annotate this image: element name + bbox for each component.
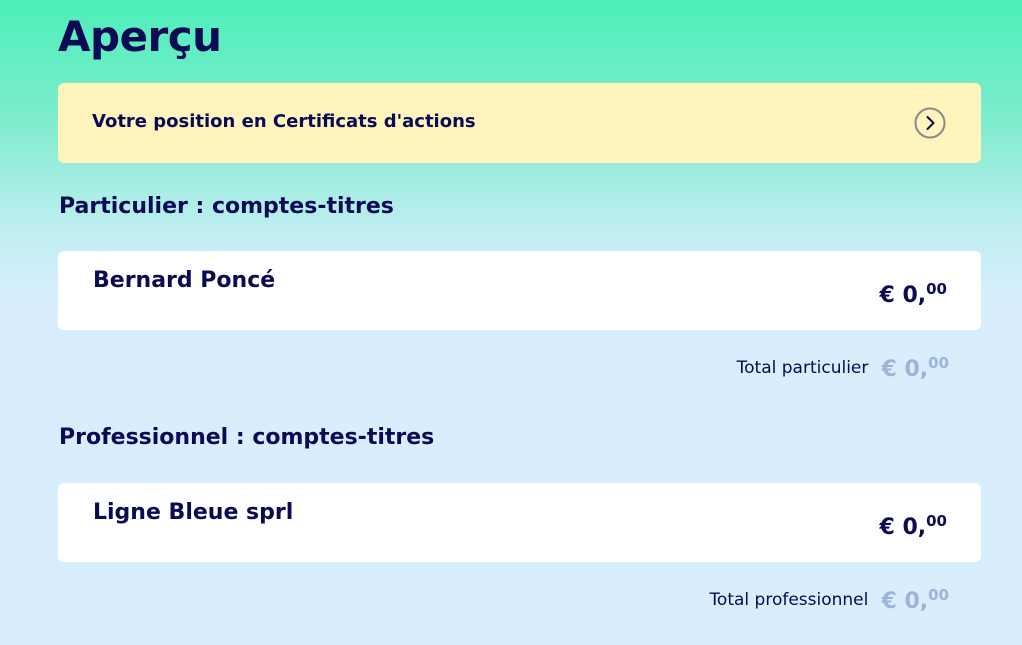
amount-cents: 00: [926, 280, 947, 298]
total-amount: € 0,00: [881, 586, 949, 614]
account-balance: € 0,00: [879, 512, 947, 540]
page-title: Aperçu: [58, 12, 222, 61]
chevron-right-icon[interactable]: [914, 107, 946, 139]
amount-integer: 0,: [902, 515, 927, 540]
certificates-position-label: Votre position en Certificats d'actions: [92, 111, 476, 132]
total-amount: € 0,00: [881, 354, 949, 382]
amount-integer: 0,: [902, 283, 927, 308]
account-card-bernard-ponce[interactable]: Bernard Poncé € 0,00: [58, 251, 981, 330]
total-label: Total particulier: [736, 358, 869, 378]
amount-integer: 0,: [904, 357, 929, 382]
currency-symbol: €: [879, 515, 895, 540]
amount-integer: 0,: [904, 589, 929, 614]
account-holder-name: Bernard Poncé: [93, 268, 276, 293]
total-label: Total professionnel: [709, 590, 869, 610]
currency-symbol: €: [881, 589, 897, 614]
currency-symbol: €: [879, 283, 895, 308]
section-title-particulier: Particulier : comptes-titres: [59, 194, 394, 219]
total-particulier-row: Total particulier € 0,00: [737, 354, 949, 384]
section-title-professionnel: Professionnel : comptes-titres: [59, 425, 435, 450]
certificates-position-banner[interactable]: Votre position en Certificats d'actions: [58, 83, 981, 163]
amount-cents: 00: [928, 354, 949, 372]
account-card-ligne-bleue[interactable]: Ligne Bleue sprl € 0,00: [58, 483, 981, 562]
amount-cents: 00: [926, 512, 947, 530]
currency-symbol: €: [881, 357, 897, 382]
total-professionnel-row: Total professionnel € 0,00: [709, 586, 949, 616]
account-holder-name: Ligne Bleue sprl: [93, 500, 294, 525]
account-balance: € 0,00: [879, 280, 947, 308]
amount-cents: 00: [928, 586, 949, 604]
